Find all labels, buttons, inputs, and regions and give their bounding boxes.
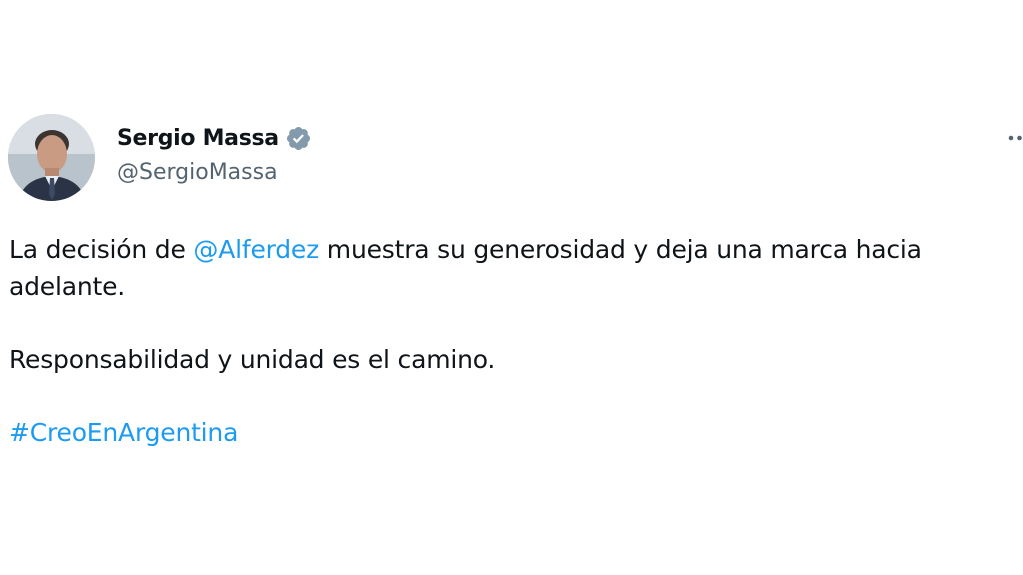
author-name-row: Sergio Massa: [117, 121, 312, 155]
mention-link[interactable]: @Alferdez: [193, 235, 319, 264]
tweet-text-line-2: adelante.: [9, 272, 126, 301]
tweet-text: muestra su generosidad y deja una marca …: [319, 235, 922, 264]
verified-badge-icon: [285, 125, 312, 152]
hashtag-link[interactable]: #CreoEnArgentina: [9, 418, 238, 447]
author-display-name[interactable]: Sergio Massa: [117, 126, 279, 151]
author-handle[interactable]: @SergioMassa: [117, 160, 278, 185]
tweet-card: Sergio Massa @SergioMassa La decisión de…: [0, 0, 1023, 575]
hashtag-line: #CreoEnArgentina: [9, 416, 238, 450]
avatar[interactable]: [8, 114, 95, 201]
tweet-text: La decisión de: [9, 235, 194, 264]
profile-photo-icon: [8, 114, 95, 201]
tweet-text-line-1: La decisión de @Alferdez muestra su gene…: [9, 233, 922, 267]
tweet-paragraph-2: Responsabilidad y unidad es el camino.: [9, 345, 496, 374]
more-options-icon[interactable]: [1000, 124, 1023, 152]
